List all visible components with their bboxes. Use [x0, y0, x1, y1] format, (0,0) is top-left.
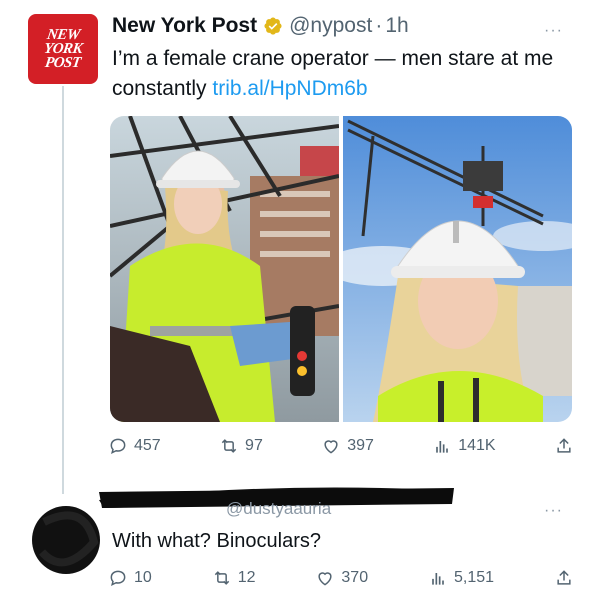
share-button[interactable] — [554, 436, 574, 456]
like-icon — [318, 572, 332, 586]
media-grid — [110, 116, 572, 422]
reply-repost-count: 12 — [237, 569, 256, 586]
tweet-header: New York Post @nypost · 1h — [112, 14, 409, 38]
nypost-avatar[interactable]: NEW YORK POST — [28, 14, 98, 84]
tweet-actions: 457 97 397 141K — [108, 436, 574, 456]
reply-views-count: 5,151 — [454, 569, 495, 586]
thread-line — [62, 86, 64, 494]
reply-views-button[interactable]: 5,151 — [428, 568, 494, 588]
reply-like-button[interactable]: 370 — [315, 568, 368, 588]
views-icon — [436, 441, 449, 453]
views-count: 141K — [458, 437, 496, 454]
repost-icon — [221, 439, 237, 453]
post-time[interactable]: 1h — [385, 14, 408, 38]
repost-button[interactable]: 97 — [219, 436, 263, 456]
tweet-link[interactable]: trib.al/HpNDm6b — [212, 77, 367, 100]
views-icon — [432, 573, 444, 585]
reply-like-count: 370 — [341, 569, 369, 586]
repost-icon — [214, 571, 229, 585]
share-icon — [557, 570, 571, 585]
photo-crane-cab[interactable] — [110, 116, 339, 422]
reply-repost-button[interactable]: 12 — [212, 568, 256, 588]
share-icon — [557, 438, 571, 453]
author-name[interactable]: New York Post — [112, 14, 257, 38]
separator-dot: · — [375, 14, 383, 37]
tweet-text: I’m a female crane operator — men stare … — [112, 44, 582, 104]
avatar-line-3: POST — [44, 55, 82, 71]
reply-share-button[interactable] — [554, 568, 574, 588]
reply-button[interactable]: 457 — [108, 436, 161, 456]
avatar-line-2: YORK — [42, 41, 84, 57]
reply-reply-count: 10 — [134, 569, 152, 586]
reply-reply-button[interactable]: 10 — [108, 568, 152, 588]
like-button[interactable]: 397 — [321, 436, 374, 456]
reply-text: With what? Binoculars? — [112, 530, 321, 552]
views-button[interactable]: 141K — [432, 436, 496, 456]
photo-hardhat-selfie[interactable] — [343, 116, 572, 422]
reply-more-options-icon[interactable]: ··· — [544, 502, 563, 520]
author-handle[interactable]: @nypost — [289, 14, 372, 38]
repost-count: 97 — [245, 437, 263, 454]
reply-handle[interactable]: @dustyaauria — [226, 499, 331, 519]
verified-icon — [263, 16, 283, 36]
more-options-icon[interactable]: ··· — [544, 22, 563, 40]
reply-icon — [110, 438, 126, 455]
reply-icon — [110, 570, 126, 587]
like-icon — [324, 440, 338, 454]
avatar-line-1: NEW — [45, 27, 81, 43]
like-count: 397 — [347, 437, 374, 454]
reply-count: 457 — [134, 437, 161, 454]
reply-actions: 10 12 370 5,151 — [108, 568, 574, 588]
